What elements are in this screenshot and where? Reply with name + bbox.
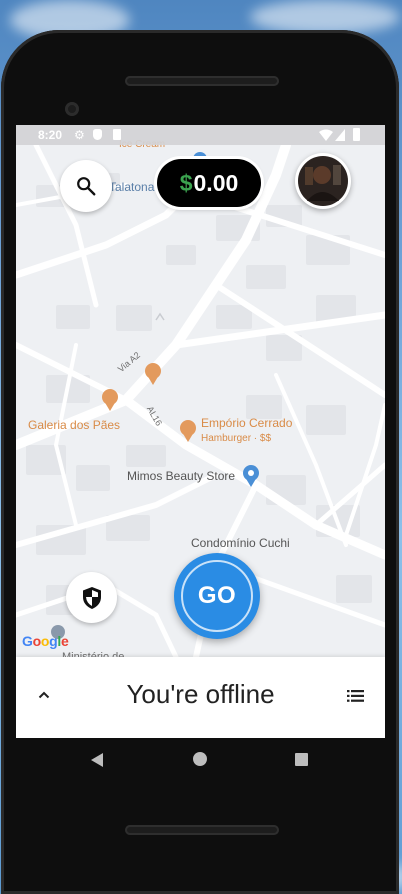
front-camera	[65, 102, 79, 116]
map-label-poi[interactable]: Galeria dos Pães	[28, 418, 120, 432]
map-label-poi[interactable]: Mimos Beauty Store	[127, 469, 235, 483]
shield-icon	[82, 586, 101, 609]
map-label-street: Talatona	[109, 180, 155, 194]
earnings-amount: 0.00	[193, 169, 239, 196]
system-navigation-bar	[16, 738, 385, 782]
map-label-poi-sub: Hamburger · $$	[201, 433, 272, 444]
driver-status-title: You're offline	[126, 679, 275, 709]
play-protect-icon	[93, 129, 102, 140]
signal-icon	[335, 129, 345, 141]
recents-icon[interactable]	[295, 753, 308, 766]
home-icon[interactable]	[193, 752, 207, 766]
top-speaker	[125, 76, 279, 86]
sd-card-icon	[113, 129, 121, 140]
bottom-speaker	[125, 825, 279, 835]
background-cloud	[250, 0, 400, 34]
back-icon[interactable]	[90, 752, 104, 768]
list-icon[interactable]	[347, 690, 364, 702]
map-label-poi[interactable]: Empório Cerrado	[201, 416, 292, 430]
profile-avatar-button[interactable]	[295, 153, 351, 209]
go-button-label: GO	[181, 560, 253, 632]
google-logo: Google	[22, 633, 69, 649]
search-icon	[77, 177, 96, 196]
map-label-place: Condomínio Cuchi	[191, 536, 290, 550]
app-screen: Talatona Via A2 AL16 Galeria dos Pães Em…	[16, 125, 385, 738]
avatar	[298, 156, 348, 206]
status-time: 8:20	[38, 128, 63, 142]
wifi-icon	[319, 129, 333, 141]
search-button[interactable]	[60, 160, 112, 212]
go-online-button[interactable]: GO	[174, 553, 260, 639]
earnings-currency: $	[179, 169, 193, 196]
bottom-sheet[interactable]: You're offline	[16, 657, 385, 738]
settings-icon: ⚙	[74, 128, 85, 142]
earnings-pill[interactable]: $ 0.00	[157, 159, 261, 207]
safety-button[interactable]	[66, 572, 117, 623]
battery-icon	[353, 128, 360, 141]
status-bar: 8:20 ⚙	[16, 125, 385, 145]
